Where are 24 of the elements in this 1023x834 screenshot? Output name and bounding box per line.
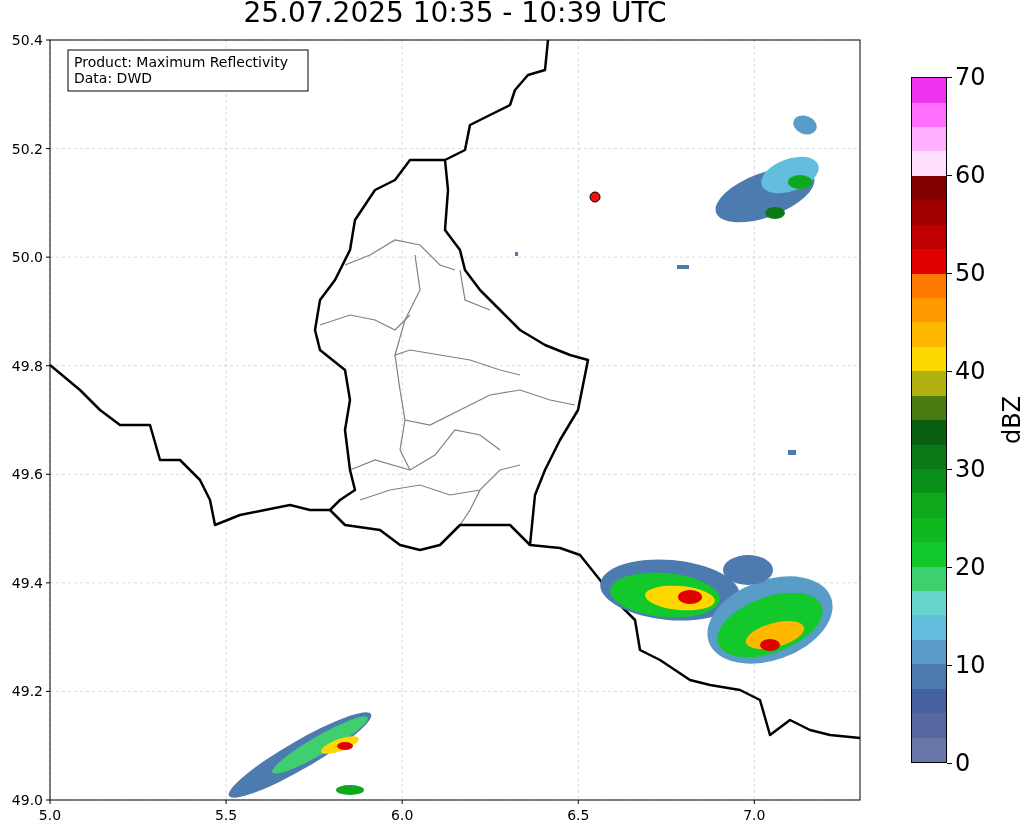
- y-tick-label: 49.6: [11, 466, 51, 483]
- x-tick-label: 6.0: [391, 799, 414, 823]
- colorbar-tick-label: 60: [955, 161, 986, 189]
- y-tick-label: 50.4: [11, 32, 51, 48]
- colorbar-tick-label: 40: [955, 357, 986, 385]
- legend-text: Product: Maximum Reflectivity: [74, 54, 288, 70]
- x-tick-label: 5.5: [214, 799, 238, 823]
- y-tick-label: 49.8: [11, 357, 51, 374]
- y-tick-label: 49.2: [11, 683, 51, 700]
- x-tick-label: 7.0: [743, 799, 766, 823]
- colorbar-label: dBZ: [998, 395, 1023, 445]
- y-tick-label: 50.0: [11, 249, 51, 266]
- y-tick-label: 49.4: [11, 574, 51, 591]
- colorbar-tick-label: 30: [955, 455, 986, 483]
- location-marker: [589, 191, 601, 203]
- x-tick-label: 6.5: [567, 799, 590, 823]
- legend-text: Data: DWD: [74, 70, 152, 86]
- colorbar-tick-label: 70: [955, 63, 986, 91]
- y-tick-label: 50.2: [11, 140, 51, 157]
- chart-title: 25.07.2025 10:35 - 10:39 UTC: [243, 0, 667, 30]
- colorbar-tick-label: 0: [955, 749, 971, 777]
- colorbar-tick-label: 20: [955, 553, 986, 581]
- colorbar-tick-label: 50: [955, 259, 986, 287]
- colorbar-tick-label: 10: [955, 651, 986, 679]
